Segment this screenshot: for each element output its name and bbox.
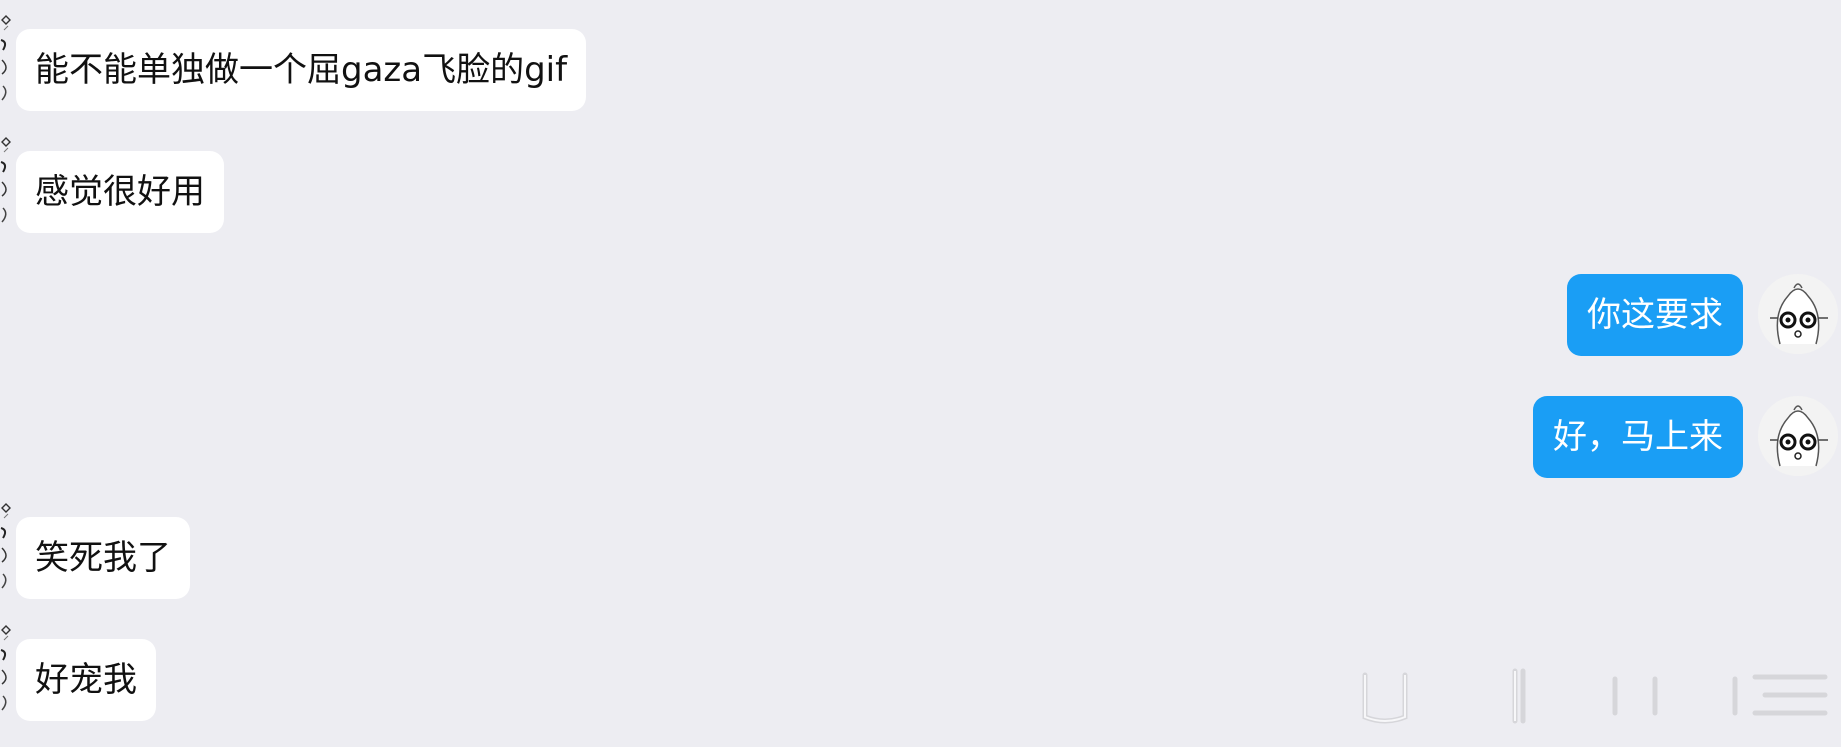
message-bubble-incoming[interactable]: 能不能单独做一个屈gaza飞脸的gif: [16, 29, 587, 111]
sender-avatar-icon[interactable]: [0, 500, 12, 590]
sender-avatar-icon[interactable]: [0, 12, 12, 102]
message-bubble-incoming[interactable]: 笑死我了: [16, 517, 190, 599]
message-bubble-incoming[interactable]: 感觉很好用: [16, 151, 224, 233]
user-avatar-icon[interactable]: [1758, 274, 1838, 354]
sender-avatar-icon[interactable]: [0, 134, 12, 224]
message-text: 你这要求: [1587, 295, 1723, 335]
message-text: 能不能单独做一个屈gaza飞脸的gif: [35, 50, 568, 90]
message-text: 感觉很好用: [35, 172, 205, 212]
message-text: 好宠我: [35, 660, 137, 700]
message-text: 笑死我了: [35, 538, 171, 578]
message-bubble-outgoing[interactable]: 好，马上来: [1533, 396, 1743, 478]
user-avatar-icon[interactable]: [1758, 396, 1838, 476]
message-bubble-incoming[interactable]: 好宠我: [16, 639, 156, 721]
message-text: 好，马上来: [1553, 417, 1723, 457]
message-bubble-outgoing[interactable]: 你这要求: [1567, 274, 1743, 356]
chat-view: 能不能单独做一个屈gaza飞脸的gif 感觉很好用 你这要求 好，马上来 笑死我…: [0, 0, 1841, 747]
watermark-icon: [1355, 665, 1835, 727]
sender-avatar-icon[interactable]: [0, 622, 12, 712]
